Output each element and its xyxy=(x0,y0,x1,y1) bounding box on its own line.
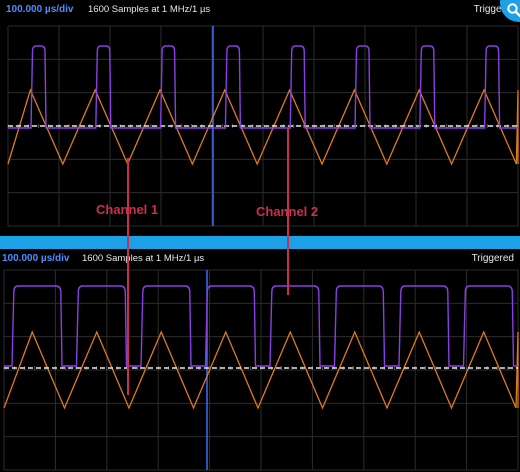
annotation-overlay xyxy=(127,128,289,395)
channel1-annotation: Channel 1 xyxy=(96,202,159,217)
channel2-annotation: Channel 2 xyxy=(256,204,319,219)
